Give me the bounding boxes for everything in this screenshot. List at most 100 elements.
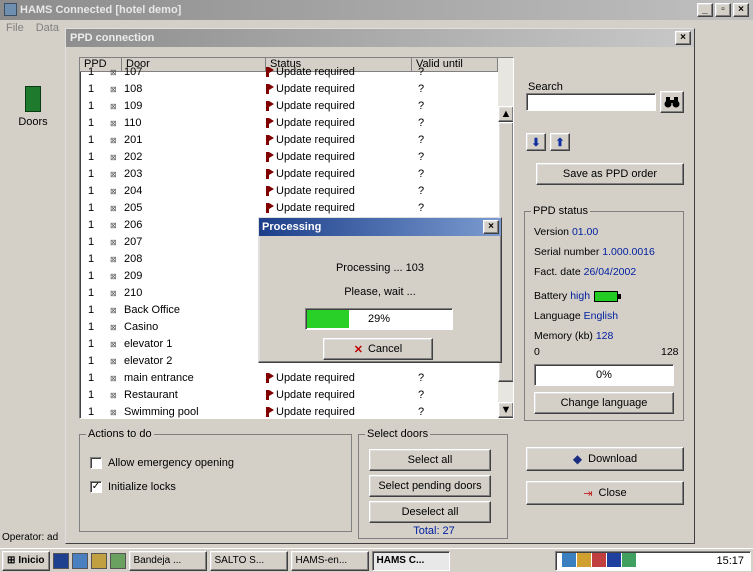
change-language-button[interactable]: Change language bbox=[534, 392, 674, 414]
menu-file[interactable]: File bbox=[6, 20, 24, 36]
browser-icon[interactable] bbox=[71, 552, 88, 569]
table-row[interactable]: 1 ⊠ 108 Update required? bbox=[80, 81, 498, 98]
battery-value: high bbox=[570, 290, 591, 302]
save-as-ppd-order-button[interactable]: Save as PPD order bbox=[536, 163, 684, 185]
deselect-all-button[interactable]: Deselect all bbox=[369, 501, 491, 523]
table-row[interactable]: 1 ⊠ Swimming pool Update required? bbox=[80, 404, 498, 418]
table-row[interactable]: 1 ⊠ 202 Update required? bbox=[80, 149, 498, 166]
cell-door: Casino bbox=[124, 321, 159, 333]
doors-tool-button[interactable]: Doors bbox=[8, 86, 58, 134]
table-row[interactable]: 1 ⊠ 201 Update required? bbox=[80, 132, 498, 149]
door-lock-icon: ⊠ bbox=[110, 306, 117, 315]
cell-ppd: 1 bbox=[88, 321, 95, 333]
cell-valid-until: ? bbox=[418, 202, 425, 214]
cancel-button[interactable]: ✕ Cancel bbox=[323, 338, 433, 360]
restore-icon[interactable]: ▫ bbox=[715, 3, 731, 17]
display-icon[interactable] bbox=[607, 552, 621, 567]
cell-door: main entrance bbox=[124, 372, 194, 384]
arrow-down-icon[interactable]: ⬇ bbox=[526, 133, 546, 151]
cell-door: 205 bbox=[124, 202, 143, 214]
flag-icon bbox=[266, 115, 276, 132]
media-icon[interactable] bbox=[109, 552, 126, 569]
clock: 15:17 bbox=[716, 555, 744, 567]
initialize-locks-label: Initialize locks bbox=[108, 481, 176, 493]
language-label: Language bbox=[534, 310, 581, 322]
menu-bar: File Data bbox=[0, 20, 65, 36]
task-hams-connected-label: HAMS C... bbox=[376, 555, 425, 566]
door-lock-icon: ⊠ bbox=[110, 238, 117, 247]
cell-ppd: 1 bbox=[88, 304, 95, 316]
task-hams-connected[interactable]: HAMS C... bbox=[371, 550, 450, 571]
tray-icons bbox=[562, 552, 637, 570]
download-button[interactable]: ◆ Download bbox=[526, 447, 684, 471]
table-row[interactable]: 1 ⊠ 205 Update required? bbox=[80, 200, 498, 217]
allow-emergency-checkbox[interactable] bbox=[90, 457, 102, 469]
minimize-icon[interactable]: _ bbox=[697, 3, 713, 17]
processing-close-icon[interactable]: × bbox=[483, 220, 499, 234]
select-pending-button[interactable]: Select pending doors bbox=[369, 475, 491, 497]
table-row[interactable]: 1 ⊠ 109 Update required? bbox=[80, 98, 498, 115]
table-row[interactable]: 1 ⊠ 110 Update required? bbox=[80, 115, 498, 132]
progress-percent: 29% bbox=[367, 313, 391, 325]
cell-door: 110 bbox=[124, 117, 142, 129]
app-close-icon[interactable]: × bbox=[733, 3, 749, 17]
door-lock-icon: ⊠ bbox=[110, 119, 117, 128]
cell-ppd: 1 bbox=[88, 134, 95, 146]
dialog-close-icon[interactable]: × bbox=[675, 31, 691, 45]
start-button[interactable]: ⊞ Inicio bbox=[2, 550, 50, 571]
fact-date-label: Fact. date bbox=[534, 266, 581, 278]
app-title-bar: HAMS Connected [hotel demo] bbox=[0, 0, 753, 20]
table-row[interactable]: 1 ⊠ 203 Update required? bbox=[80, 166, 498, 183]
cell-status: Update required bbox=[276, 406, 355, 418]
exit-icon: ⇥ bbox=[583, 487, 593, 500]
arrow-up-icon[interactable]: ⬆ bbox=[550, 133, 570, 151]
fact-date-row: Fact. date 26/04/2002 bbox=[534, 266, 636, 278]
volume-icon[interactable] bbox=[622, 552, 636, 567]
door-lock-icon: ⊠ bbox=[110, 221, 117, 230]
app-title: HAMS Connected [hotel demo] bbox=[20, 4, 182, 16]
network-icon[interactable] bbox=[562, 552, 576, 567]
door-lock-icon: ⊠ bbox=[110, 272, 117, 281]
table-row[interactable]: 1 ⊠ 107 Update required? bbox=[80, 64, 498, 81]
processing-progress-bar: 29% bbox=[305, 308, 453, 330]
table-row[interactable]: 1 ⊠ main entrance Update required? bbox=[80, 370, 498, 387]
show-desktop-icon[interactable] bbox=[52, 552, 69, 569]
task-hams-en-label: HAMS-en... bbox=[295, 555, 348, 566]
cell-ppd: 1 bbox=[88, 151, 95, 163]
antivirus-icon[interactable] bbox=[592, 552, 606, 567]
task-bandeja-label: Bandeja ... bbox=[133, 555, 182, 566]
flag-icon bbox=[266, 404, 276, 418]
taskbar: ⊞ Inicio Bandeja ... SALTO S... HAMS-en.… bbox=[0, 548, 753, 572]
tray-app-icon[interactable] bbox=[577, 552, 591, 567]
door-lock-icon: ⊠ bbox=[110, 187, 117, 196]
cell-valid-until: ? bbox=[418, 66, 425, 78]
task-salto[interactable]: SALTO S... bbox=[209, 550, 288, 571]
actions-group: Actions to do Allow emergency opening ✓ … bbox=[79, 428, 352, 532]
door-lock-icon: ⊠ bbox=[110, 136, 117, 145]
task-bandeja[interactable]: Bandeja ... bbox=[128, 550, 207, 571]
door-lock-icon: ⊠ bbox=[110, 374, 117, 383]
cell-ppd: 1 bbox=[88, 219, 95, 231]
binoculars-icon[interactable] bbox=[660, 91, 684, 113]
task-salto-label: SALTO S... bbox=[214, 555, 265, 566]
flag-icon bbox=[266, 132, 276, 149]
scroll-up-icon[interactable]: ▲ bbox=[498, 106, 513, 122]
menu-data[interactable]: Data bbox=[36, 20, 59, 36]
cell-door: 107 bbox=[124, 66, 143, 78]
start-label: Inicio bbox=[18, 555, 45, 566]
cell-valid-until: ? bbox=[418, 151, 425, 163]
initialize-locks-checkbox[interactable]: ✓ bbox=[90, 481, 102, 493]
cell-valid-until: ? bbox=[418, 134, 425, 146]
door-lock-icon: ⊠ bbox=[110, 408, 117, 417]
outlook-icon[interactable] bbox=[90, 552, 107, 569]
task-hams-en[interactable]: HAMS-en... bbox=[290, 550, 369, 571]
close-button[interactable]: ⇥ Close bbox=[526, 481, 684, 505]
scroll-down-icon[interactable]: ▼ bbox=[498, 402, 513, 418]
table-row[interactable]: 1 ⊠ 204 Update required? bbox=[80, 183, 498, 200]
table-row[interactable]: 1 ⊠ Restaurant Update required? bbox=[80, 387, 498, 404]
select-all-button[interactable]: Select all bbox=[369, 449, 491, 471]
system-tray: 15:17 bbox=[555, 551, 751, 571]
search-input[interactable] bbox=[526, 93, 656, 111]
allow-emergency-row[interactable]: Allow emergency opening bbox=[90, 457, 234, 469]
initialize-locks-row[interactable]: ✓ Initialize locks bbox=[90, 481, 176, 493]
